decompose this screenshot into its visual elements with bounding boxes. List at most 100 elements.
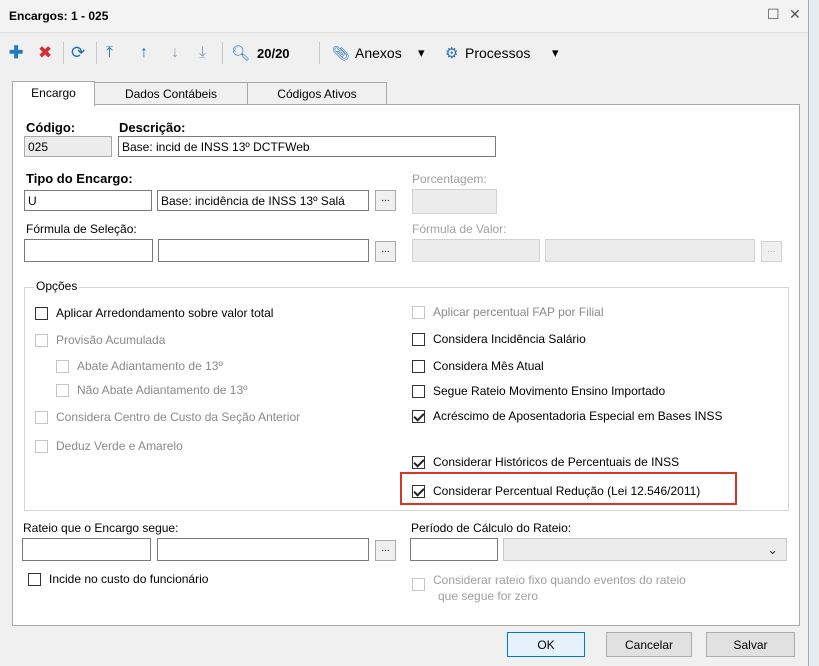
codigo-label: Código: bbox=[26, 120, 76, 135]
formula-selecao-code-field[interactable] bbox=[24, 239, 153, 262]
toolbar-separator bbox=[63, 42, 64, 64]
formula-valor-desc-field[interactable] bbox=[545, 239, 755, 262]
checkbox-box[interactable] bbox=[28, 572, 41, 586]
first-record-icon[interactable]: ⤒ bbox=[106, 42, 113, 64]
maximize-icon[interactable]: ☐ bbox=[767, 6, 780, 23]
checkbox-label: Acréscimo de Aposentadoria Especial em B… bbox=[433, 409, 723, 423]
checkbox-label: Abate Adiantamento de 13º bbox=[77, 359, 223, 373]
abate-adiantamento-checkbox[interactable]: Abate Adiantamento de 13º bbox=[56, 359, 223, 373]
save-button[interactable]: Salvar bbox=[706, 632, 795, 657]
attachments-dropdown-icon[interactable]: ▾ bbox=[418, 42, 425, 64]
processes-dropdown-icon[interactable]: ▾ bbox=[552, 42, 559, 64]
incidencia-salario-checkbox[interactable]: Considera Incidência Salário bbox=[412, 332, 586, 346]
descricao-field[interactable]: Base: incid de INSS 13º DCTFWeb bbox=[118, 136, 496, 157]
paperclip-icon[interactable]: 📎︎ bbox=[332, 42, 350, 64]
formula-valor-lookup-button[interactable]: ... bbox=[761, 241, 782, 262]
tab-encargo[interactable]: Encargo bbox=[12, 81, 95, 106]
delete-icon[interactable]: ✖ bbox=[38, 42, 52, 64]
checkbox-box[interactable] bbox=[56, 383, 69, 397]
rateio-code-field[interactable] bbox=[22, 538, 151, 561]
rateio-desc-field[interactable] bbox=[157, 538, 369, 561]
checkbox-label: Deduz Verde e Amarelo bbox=[56, 439, 183, 453]
gear-icon[interactable]: ⚙ bbox=[445, 42, 458, 64]
checkbox-label: Provisão Acumulada bbox=[56, 333, 166, 347]
search-icon[interactable]: 🔍︎ bbox=[231, 42, 250, 64]
record-counter: 20/20 bbox=[257, 45, 290, 61]
checkbox-box[interactable] bbox=[35, 333, 48, 347]
rateio-ensino-checkbox[interactable]: Segue Rateio Movimento Ensino Importado bbox=[412, 384, 665, 398]
checkbox-label: Considera Mês Atual bbox=[433, 359, 544, 373]
window-title: Encargos: 1 - 025 bbox=[9, 9, 109, 23]
checkbox-label: Aplicar Arredondamento sobre valor total bbox=[56, 306, 274, 320]
checkbox-box[interactable] bbox=[412, 455, 425, 469]
checkbox-label: Considera Centro de Custo da Seção Anter… bbox=[56, 410, 301, 424]
tipo-encargo-desc-field[interactable]: Base: incidência de INSS 13º Salá bbox=[157, 190, 369, 211]
toolbar-separator bbox=[222, 42, 223, 64]
checkbox-box[interactable] bbox=[412, 332, 425, 346]
checkbox-box[interactable] bbox=[412, 359, 425, 373]
checkbox-box[interactable] bbox=[35, 410, 48, 424]
refresh-icon[interactable]: ⟳ bbox=[71, 42, 85, 64]
ok-button[interactable]: OK bbox=[507, 632, 585, 657]
checkbox-label: Segue Rateio Movimento Ensino Importado bbox=[433, 384, 666, 398]
rateio-fixo-label-line2: que segue for zero bbox=[438, 589, 539, 603]
tab-codigos-ativos[interactable]: Códigos Ativos bbox=[247, 82, 387, 105]
incide-custo-checkbox[interactable]: Incide no custo do funcionário bbox=[28, 572, 208, 586]
porcentagem-field[interactable] bbox=[412, 189, 497, 214]
formula-valor-code-field[interactable] bbox=[412, 239, 540, 262]
checkbox-label: Considera Incidência Salário bbox=[433, 332, 586, 346]
tab-dados-contabeis[interactable]: Dados Contábeis bbox=[94, 82, 248, 105]
checkbox-box[interactable] bbox=[412, 305, 425, 319]
add-icon[interactable]: ✚ bbox=[9, 42, 23, 64]
aplicar-arredondamento-checkbox[interactable]: Aplicar Arredondamento sobre valor total bbox=[35, 306, 273, 320]
checkbox-box[interactable] bbox=[56, 359, 69, 373]
cancel-button[interactable]: Cancelar bbox=[606, 632, 692, 657]
deduz-verde-amarelo-checkbox[interactable]: Deduz Verde e Amarelo bbox=[35, 439, 183, 453]
codigo-field[interactable]: 025 bbox=[24, 136, 112, 157]
periodo-calculo-label: Período de Cálculo do Rateio: bbox=[411, 521, 572, 535]
attachments-button[interactable]: Anexos bbox=[355, 42, 402, 64]
checkbox-box[interactable] bbox=[412, 384, 425, 398]
formula-selecao-lookup-button[interactable]: ... bbox=[375, 241, 396, 262]
historicos-inss-checkbox[interactable]: Considerar Históricos de Percentuais de … bbox=[412, 455, 679, 469]
processes-button[interactable]: Processos bbox=[465, 42, 530, 64]
percentual-reducao-checkbox[interactable]: Considerar Percentual Redução (Lei 12.54… bbox=[412, 484, 700, 498]
periodo-calculo-select[interactable]: ⌄ bbox=[503, 538, 787, 561]
tipo-encargo-code-field[interactable]: U bbox=[24, 190, 152, 211]
periodo-calculo-field[interactable] bbox=[410, 538, 498, 561]
title-bar: Encargos: 1 - 025 ☐ ✕ bbox=[0, 0, 808, 33]
checkbox-label: Considerar Históricos de Percentuais de … bbox=[433, 455, 680, 469]
checkbox-label: Incide no custo do funcionário bbox=[49, 572, 209, 586]
toolbar-separator bbox=[96, 42, 97, 64]
formula-selecao-desc-field[interactable] bbox=[158, 239, 369, 262]
rateio-lookup-button[interactable]: ... bbox=[375, 540, 396, 561]
rateio-label: Rateio que o Encargo segue: bbox=[23, 521, 179, 535]
encargos-dialog: Encargos: 1 - 025 ☐ ✕ ✚ ✖ ⟳ ⤒ ↑ ↓ ⤓ 🔍︎ 2… bbox=[0, 0, 809, 666]
provisao-acumulada-checkbox[interactable]: Provisão Acumulada bbox=[35, 333, 165, 347]
next-record-icon[interactable]: ↓ bbox=[171, 42, 179, 64]
checkbox-box[interactable] bbox=[412, 484, 425, 498]
centro-custo-secao-checkbox[interactable]: Considera Centro de Custo da Seção Anter… bbox=[35, 410, 300, 424]
fap-filial-checkbox[interactable]: Aplicar percentual FAP por Filial bbox=[412, 305, 604, 319]
checkbox-box[interactable] bbox=[412, 409, 425, 423]
last-record-icon[interactable]: ⤓ bbox=[199, 42, 206, 64]
opcoes-group-title: Opções bbox=[34, 279, 80, 293]
rateio-fixo-checkbox[interactable] bbox=[412, 578, 433, 591]
formula-selecao-label: Fórmula de Seleção: bbox=[26, 222, 137, 236]
aposentadoria-especial-checkbox[interactable]: Acréscimo de Aposentadoria Especial em B… bbox=[412, 409, 722, 423]
checkbox-box[interactable] bbox=[35, 439, 48, 453]
toolbar: ✚ ✖ ⟳ ⤒ ↑ ↓ ⤓ 🔍︎ 20/20 📎︎ Anexos ▾ ⚙ Pro… bbox=[0, 33, 808, 73]
rateio-fixo-label-line1: Considerar rateio fixo quando eventos do… bbox=[433, 573, 686, 587]
porcentagem-label: Porcentagem: bbox=[412, 172, 487, 186]
checkbox-box[interactable] bbox=[412, 578, 425, 591]
nao-abate-adiantamento-checkbox[interactable]: Não Abate Adiantamento de 13º bbox=[56, 383, 248, 397]
checkbox-label: Não Abate Adiantamento de 13º bbox=[77, 383, 248, 397]
checkbox-label: Considerar Percentual Redução (Lei 12.54… bbox=[433, 484, 701, 498]
close-icon[interactable]: ✕ bbox=[789, 6, 801, 23]
formula-valor-label: Fórmula de Valor: bbox=[412, 222, 507, 236]
previous-record-icon[interactable]: ↑ bbox=[140, 42, 148, 64]
descricao-label: Descrição: bbox=[119, 120, 186, 135]
mes-atual-checkbox[interactable]: Considera Mês Atual bbox=[412, 359, 544, 373]
checkbox-box[interactable] bbox=[35, 306, 48, 320]
tipo-encargo-lookup-button[interactable]: ... bbox=[375, 190, 396, 211]
